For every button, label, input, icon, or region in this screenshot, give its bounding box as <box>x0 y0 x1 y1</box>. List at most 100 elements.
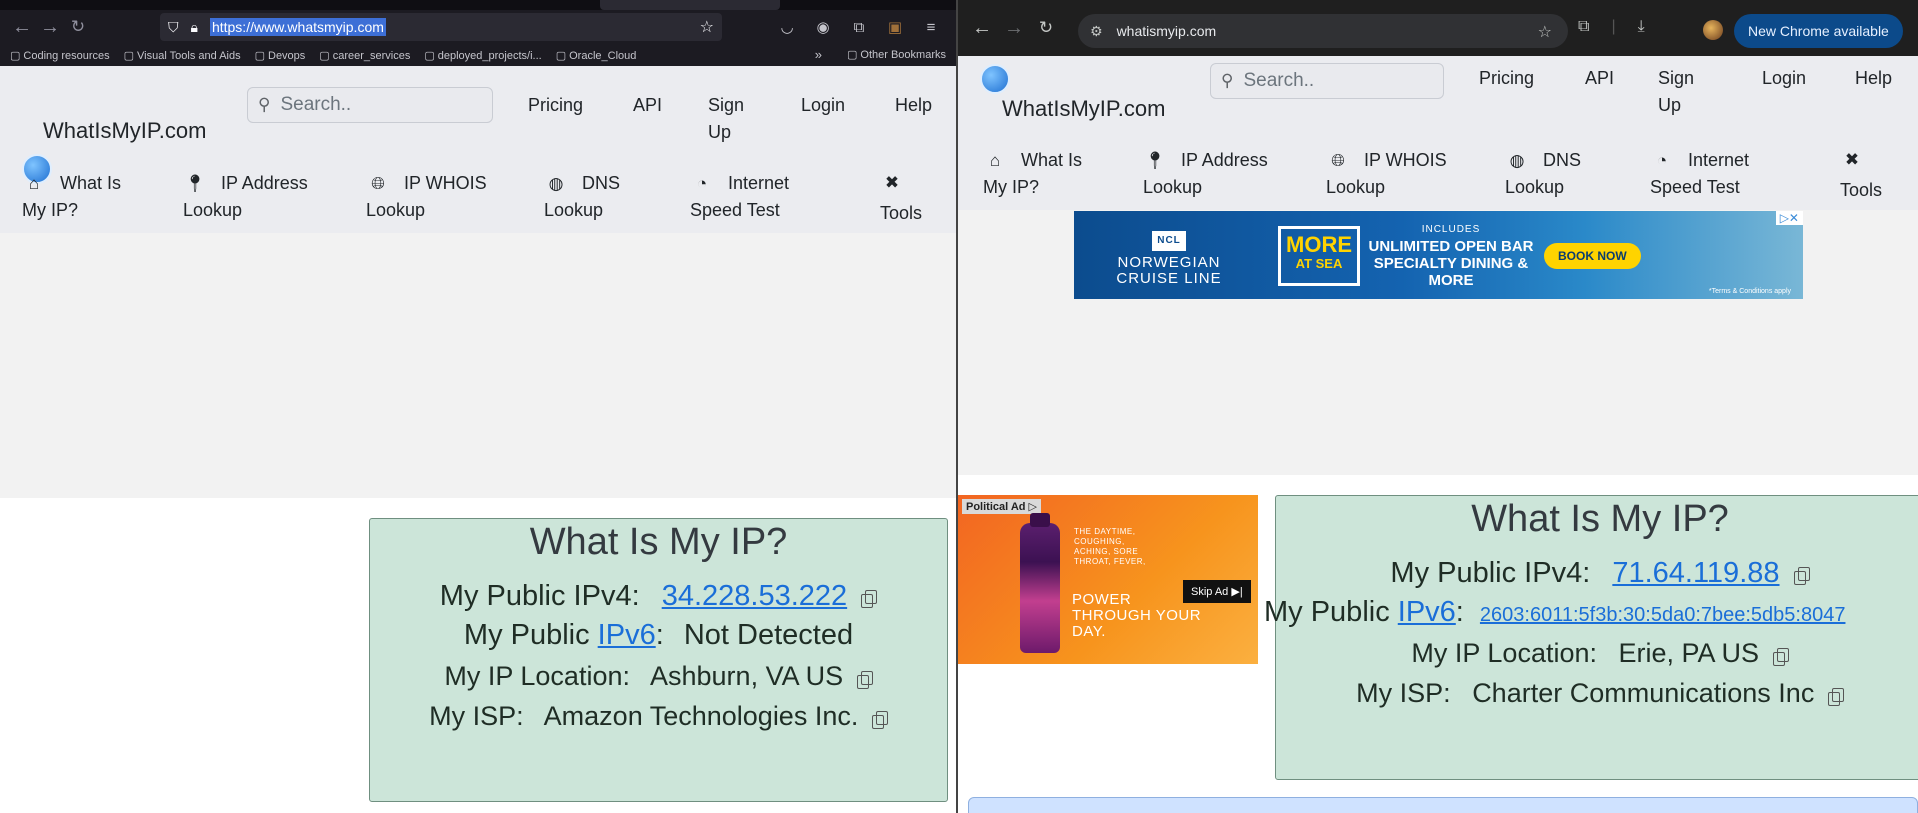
nav-internet-speed-test[interactable]: ◔ Internet Speed Test <box>690 170 820 223</box>
tools-icon: ✖ <box>884 173 900 192</box>
result-heading: What Is My IP? <box>529 521 788 563</box>
search-input[interactable]: ⚲ Search.. <box>1210 63 1444 99</box>
nav-what-is-my-ip[interactable]: ⌂ What Is My IP? <box>983 147 1103 200</box>
chevron-right-icon[interactable]: » <box>815 47 822 62</box>
ipv4-value-link[interactable]: 71.64.119.88 <box>1612 557 1779 589</box>
home-icon: ⌂ <box>989 151 1001 170</box>
nav-tools[interactable]: ✖ Tools <box>1840 147 1910 203</box>
login-link[interactable]: Login <box>1762 65 1806 92</box>
bookmark-folder[interactable]: deployed_projects/i... <box>424 49 542 62</box>
ncl-brand: NCL NORWEGIAN CRUISE LINE <box>1104 231 1234 287</box>
product-bottle-image <box>1020 513 1060 653</box>
political-video-ad[interactable]: Political Ad ▷ THE DAYTIME, COUGHING, AC… <box>958 495 1258 664</box>
toolbar-icons: ◡ ◉ ⧉ ▣ ≡ <box>776 16 942 38</box>
site-logo-text[interactable]: WhatIsMyIP.com <box>43 118 206 144</box>
bookmark-folder[interactable]: Visual Tools and Aids <box>124 49 241 62</box>
site-logo-text[interactable]: WhatIsMyIP.com <box>1002 96 1165 122</box>
shield-icon[interactable]: ⛉ <box>168 19 179 36</box>
nav-what-is-my-ip[interactable]: ⌂ What Is My IP? <box>22 170 142 223</box>
site-header: WhatIsMyIP.com ⚲ Search.. Pricing API Si… <box>958 56 1918 210</box>
nav-tools[interactable]: ✖ Tools <box>880 170 950 226</box>
political-ad-tag[interactable]: Political Ad ▷ <box>962 499 1042 514</box>
tools-icon: ✖ <box>1844 150 1860 169</box>
copy-icon[interactable] <box>861 590 878 609</box>
location-value: Ashburn, VA US <box>650 661 844 691</box>
nav-dns-lookup[interactable]: ◍ DNS Lookup <box>1505 147 1605 200</box>
nav-ip-whois-lookup[interactable]: 🌐︎ IP WHOIS Lookup <box>1326 147 1456 200</box>
site-settings-icon[interactable]: ⚙︎ <box>1090 23 1103 40</box>
help-link[interactable]: Help <box>1855 65 1892 92</box>
nav-dns-lookup[interactable]: ◍ DNS Lookup <box>544 170 644 223</box>
copy-icon[interactable] <box>1827 687 1844 706</box>
address-bar[interactable]: ⚙︎ whatismyip.com ☆ <box>1078 14 1568 48</box>
tab[interactable] <box>600 0 780 10</box>
other-bookmarks[interactable]: Other Bookmarks <box>847 48 946 61</box>
bookmark-folder[interactable]: Oracle_Cloud <box>556 49 636 62</box>
search-icon: ⚲ <box>1221 71 1234 90</box>
api-link[interactable]: API <box>1585 65 1614 92</box>
ncl-book-now-button[interactable]: BOOK NOW <box>1544 243 1641 269</box>
bookmark-folder[interactable]: Devops <box>255 49 305 62</box>
address-bar[interactable]: ⛉ 🔒︎ https://www.whatsmyip.com ☆ <box>160 13 722 41</box>
extension-avatar-icon[interactable]: ▣ <box>884 16 906 38</box>
reload-icon[interactable]: ↻ <box>1032 14 1060 42</box>
chrome-update-button[interactable]: New Chrome available <box>1734 14 1903 48</box>
copy-icon[interactable] <box>1772 647 1789 666</box>
ipv4-row: My Public IPv4: 71.64.119.88 <box>1276 557 1918 590</box>
skip-ad-button[interactable]: Skip Ad ▶| <box>1183 580 1251 603</box>
ipv4-value-link[interactable]: 34.228.53.222 <box>662 580 847 612</box>
forward-icon[interactable]: → <box>1000 14 1028 42</box>
ipv6-value-link[interactable]: 2603:6011:5f3b:30:5da0:7bee:5db5:8047 <box>1480 604 1846 626</box>
bookmark-star-icon[interactable]: ☆ <box>700 17 714 37</box>
lock-icon[interactable]: 🔒︎ <box>191 19 198 36</box>
nav-ip-address-lookup[interactable]: 📍︎ IP Address Lookup <box>1143 147 1273 200</box>
search-icon: ⚲ <box>258 95 271 114</box>
pocket-icon[interactable]: ◡ <box>776 16 798 38</box>
extensions-icon[interactable]: ⧉ <box>848 16 870 38</box>
copy-icon[interactable] <box>871 710 888 729</box>
pricing-link[interactable]: Pricing <box>1479 65 1534 92</box>
login-link[interactable]: Login <box>801 92 845 119</box>
bookmark-folder[interactable]: career_services <box>319 49 411 62</box>
ncl-banner-ad[interactable]: NCL NORWEGIAN CRUISE LINE MORE AT SEA IN… <box>1074 211 1803 299</box>
map-pin-icon: 📍︎ <box>1144 151 1166 170</box>
profile-avatar[interactable] <box>1703 20 1723 40</box>
back-icon[interactable]: ← <box>8 13 36 41</box>
help-link[interactable]: Help <box>895 92 932 119</box>
download-icon[interactable]: ⤓ <box>1638 18 1645 36</box>
account-icon[interactable]: ◉ <box>812 16 834 38</box>
isp-value: Charter Communications Inc <box>1472 678 1815 708</box>
colon: : <box>1455 596 1464 628</box>
site-header: WhatIsMyIP.com ⚲ Search.. Pricing API Si… <box>0 66 956 233</box>
nav-internet-speed-test[interactable]: ◔ Internet Speed Test <box>1650 147 1780 200</box>
ipv6-link[interactable]: IPv6 <box>598 619 656 651</box>
copy-icon[interactable] <box>1793 567 1810 586</box>
search-input[interactable]: ⚲ Search.. <box>247 87 493 123</box>
ad-close-icon[interactable]: ▷✕ <box>1775 211 1803 225</box>
bookmark-star-icon[interactable]: ☆ <box>1538 22 1552 42</box>
api-link[interactable]: API <box>633 92 662 119</box>
sign-up-link[interactable]: Sign Up <box>1658 65 1708 119</box>
colon: : <box>655 619 664 651</box>
isp-label: My ISP: <box>429 701 524 731</box>
ipv6-link[interactable]: IPv6 <box>1398 596 1456 628</box>
info-alert-box <box>968 797 1918 813</box>
pricing-link[interactable]: Pricing <box>528 92 583 119</box>
nav-ip-whois-lookup[interactable]: 🌐︎ IP WHOIS Lookup <box>366 170 496 223</box>
copy-icon[interactable] <box>856 670 873 689</box>
forward-icon[interactable]: → <box>36 13 64 41</box>
ncl-more-at-sea: MORE AT SEA <box>1278 226 1360 286</box>
sign-up-link[interactable]: Sign Up <box>708 92 758 146</box>
tab-strip <box>0 0 956 10</box>
ipv4-label: My Public IPv4: <box>439 580 640 612</box>
extensions-icon[interactable]: ⧉ <box>1578 18 1589 36</box>
globe-logo-icon[interactable] <box>980 64 1010 94</box>
location-label: My IP Location: <box>1411 638 1597 668</box>
back-icon[interactable]: ← <box>968 14 996 42</box>
menu-icon[interactable]: ≡ <box>920 16 942 38</box>
ad-small-text: THE DAYTIME, COUGHING, ACHING, SORE THRO… <box>1074 527 1146 566</box>
reload-icon[interactable]: ↻ <box>64 13 92 41</box>
nav-ip-address-lookup[interactable]: 📍︎ IP Address Lookup <box>183 170 313 223</box>
speedometer-icon: ◔ <box>696 174 708 193</box>
bookmark-folder[interactable]: Coding resources <box>10 49 109 62</box>
